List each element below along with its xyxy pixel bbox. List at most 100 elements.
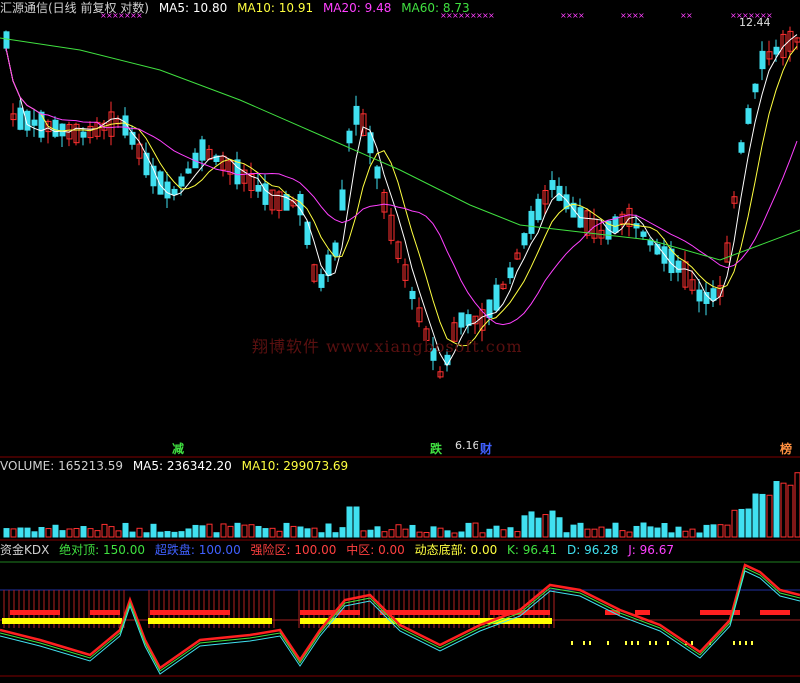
volume-bar (136, 527, 143, 538)
candle (185, 168, 192, 174)
volume-bar (619, 530, 626, 538)
volume-bar (332, 532, 339, 538)
vol-ma5-value: MA5: 236342.20 (132, 459, 232, 473)
volume-bar (108, 526, 115, 538)
kdx-name: 资金KDX (0, 543, 50, 557)
volume-bar (416, 531, 423, 538)
volume-bar (178, 531, 185, 538)
ma20-line (5, 48, 798, 326)
stock-title: 汇源通信(日线 前复权 对数) (0, 1, 149, 15)
kdx-red-block (300, 610, 360, 615)
volume-bar (220, 523, 227, 538)
volume-bar (430, 526, 437, 538)
volume-bar (185, 528, 192, 538)
signal-mark: × (488, 11, 495, 20)
volume-bar (486, 528, 493, 538)
volume-bar (157, 531, 164, 538)
candle (178, 176, 185, 187)
candle (675, 260, 682, 273)
volume-bar (115, 530, 122, 538)
ma10-value: MA10: 10.91 (237, 1, 314, 15)
candle (234, 159, 241, 185)
volume-bar (640, 522, 647, 538)
low-price-label: 6.16 (455, 439, 480, 452)
kdx-yellow-band (2, 618, 122, 624)
candle (570, 202, 577, 218)
candle (493, 284, 500, 311)
tag-jian[interactable]: 减 (170, 442, 187, 456)
kdx-j: J: 96.67 (628, 543, 674, 557)
volume-bar (787, 484, 794, 538)
candle (80, 131, 87, 138)
volume-bar (59, 530, 66, 538)
volume-bar (199, 525, 206, 538)
kdx-red-block (380, 610, 480, 615)
volume-bar (591, 528, 598, 538)
volume-bar (367, 529, 374, 538)
volume-bar (738, 508, 745, 538)
volume-bar (38, 526, 45, 538)
ma20-value: MA20: 9.48 (322, 1, 392, 15)
volume-bar (514, 531, 521, 538)
volume-bar (339, 527, 346, 538)
volume-bar (381, 531, 388, 538)
kdx-top: 绝对顶: 150.00 (59, 543, 146, 557)
volume-bar (633, 525, 640, 538)
volume-bar (472, 522, 479, 538)
volume-bar (360, 530, 367, 538)
volume-bar (234, 522, 241, 538)
candle (332, 242, 339, 257)
candle (31, 119, 38, 126)
candle (346, 130, 353, 144)
volume-bar (759, 493, 766, 538)
volume-bar (521, 515, 528, 538)
kdx-main-line (0, 563, 800, 670)
tag-die[interactable]: 跌 (428, 442, 445, 456)
volume-bar (87, 528, 94, 538)
tag-cai[interactable]: 财 (478, 442, 495, 456)
volume-bar (52, 524, 59, 538)
kdx-red-block (150, 610, 230, 615)
volume-bar (17, 527, 24, 538)
price-header: 汇源通信(日线 前复权 对数) MA5: 10.80 MA10: 10.91 M… (0, 1, 476, 15)
volume-bar (276, 530, 283, 538)
volume-bar (598, 526, 605, 538)
candle (738, 142, 745, 153)
volume-bar (24, 527, 31, 538)
volume-bar (94, 530, 101, 538)
volume-bar (213, 532, 220, 538)
tag-bang[interactable]: 榜 (778, 442, 795, 456)
candle (255, 185, 262, 192)
candle (171, 188, 178, 196)
volume-bar (773, 481, 780, 538)
volume-bar (444, 530, 451, 538)
signal-mark: × (578, 11, 585, 20)
volume-bar (73, 527, 80, 538)
volume-bar (395, 524, 402, 538)
ma10-line (5, 46, 798, 347)
volume-bar (682, 530, 689, 538)
candle (3, 31, 10, 49)
volume-bar (255, 525, 262, 538)
volume-bar (10, 528, 17, 538)
volume-bar (122, 522, 129, 538)
kdx-dyn-bottom: 动态底部: 0.00 (414, 543, 498, 557)
volume-bar (570, 524, 577, 538)
volume-bar (500, 529, 507, 538)
candle (458, 312, 465, 328)
volume-bar (409, 524, 416, 538)
ma60-value: MA60: 8.73 (401, 1, 470, 15)
volume-bar (661, 523, 668, 538)
candle (696, 289, 703, 302)
volume-bar (297, 526, 304, 538)
volume-bar (192, 524, 199, 538)
candle (703, 292, 710, 304)
candle (465, 314, 472, 326)
volume-bar (66, 528, 73, 538)
kdx-red-block (760, 610, 790, 615)
volume-bar (374, 526, 381, 538)
volume-bar (171, 531, 178, 538)
volume-bar (584, 528, 591, 538)
kdx-mid: 中区: 0.00 (346, 543, 405, 557)
kdx-d: D: 96.28 (566, 543, 619, 557)
